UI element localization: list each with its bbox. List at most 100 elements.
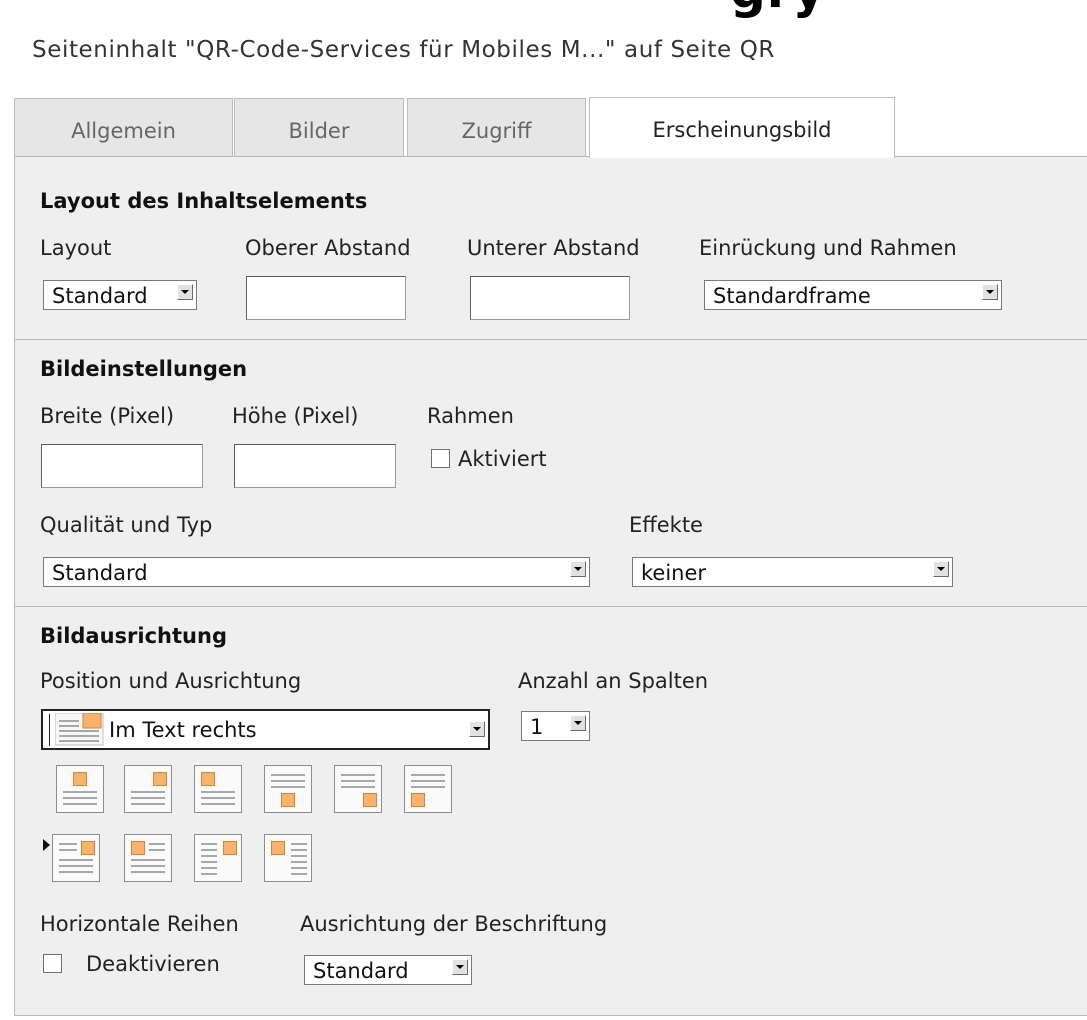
text-line (291, 873, 307, 875)
top-spacing-label: Oberer Abstand (245, 236, 411, 260)
text-line (271, 786, 305, 788)
frame-label: Einrückung und Rahmen (699, 236, 957, 260)
height-input[interactable] (234, 444, 396, 488)
text-line (291, 855, 307, 857)
select-cursor (49, 714, 50, 746)
image-block-icon (131, 841, 145, 855)
page-title-cut: gry (730, 0, 826, 15)
image-block-icon (223, 841, 237, 855)
text-line (291, 849, 307, 851)
bottom-spacing-label: Unterer Abstand (467, 236, 640, 260)
quality-select-value: Standard (52, 561, 148, 585)
caption-align-select-value: Standard (313, 959, 409, 983)
text-line (201, 873, 217, 875)
selected-pointer-icon (43, 839, 50, 851)
text-line (341, 780, 375, 782)
text-line (59, 865, 93, 867)
position-beside-right-button[interactable] (194, 834, 242, 882)
layout-select-value: Standard (52, 284, 148, 308)
position-intext-left-button[interactable] (124, 834, 172, 882)
position-below-left-button[interactable] (404, 765, 452, 813)
text-line (201, 855, 217, 857)
text-line (63, 803, 97, 805)
text-line (201, 867, 217, 869)
position-below-center-button[interactable] (264, 765, 312, 813)
text-line (201, 797, 235, 799)
horizontal-rows-label: Horizontale Reihen (40, 912, 239, 936)
text-line (291, 843, 307, 845)
image-block-icon (81, 841, 95, 855)
border-checkbox[interactable] (431, 449, 450, 468)
section-title-layout: Layout des Inhaltselements (40, 189, 368, 213)
bottom-spacing-input[interactable] (470, 276, 630, 320)
text-line (411, 780, 445, 782)
section-title-image-alignment: Bildausrichtung (40, 624, 227, 648)
text-line (271, 780, 305, 782)
effects-select[interactable]: keiner (632, 557, 953, 587)
horizontal-rows-checkbox[interactable] (43, 954, 62, 973)
chevron-down-icon (570, 715, 586, 731)
text-line (291, 867, 307, 869)
width-input[interactable] (41, 444, 203, 488)
text-line (149, 843, 165, 845)
text-line (341, 774, 375, 776)
tab-label: Erscheinungsbild (652, 118, 832, 142)
position-select[interactable]: Im Text rechts (41, 709, 490, 750)
text-line (411, 774, 445, 776)
position-label: Position und Ausrichtung (40, 669, 302, 693)
image-block-icon (271, 841, 285, 855)
border-checkbox-label: Aktiviert (458, 447, 547, 471)
position-below-right-button[interactable] (334, 765, 382, 813)
image-block-icon (281, 793, 295, 807)
horizontal-rows-checkbox-label: Deaktivieren (86, 952, 220, 976)
text-line (59, 843, 77, 845)
tab-zugriff[interactable]: Zugriff (407, 98, 586, 156)
text-line (201, 849, 217, 851)
tab-label: Zugriff (461, 119, 532, 143)
effects-label: Effekte (629, 513, 703, 537)
text-line (59, 871, 93, 873)
position-select-value: Im Text rechts (109, 718, 257, 742)
text-line (411, 786, 445, 788)
width-label: Breite (Pixel) (40, 404, 175, 428)
image-block-icon (201, 772, 215, 786)
text-line (201, 791, 235, 793)
text-line (59, 859, 93, 861)
position-above-center-button[interactable] (56, 765, 104, 813)
position-intext-right-button[interactable] (52, 834, 100, 882)
text-line (201, 861, 217, 863)
tab-label: Allgemein (71, 119, 176, 143)
position-above-left-button[interactable] (194, 765, 242, 813)
image-block-icon (153, 772, 167, 786)
tab-bilder[interactable]: Bilder (234, 98, 404, 156)
tab-allgemein[interactable]: Allgemein (14, 98, 233, 156)
text-line (59, 849, 77, 851)
position-above-right-button[interactable] (124, 765, 172, 813)
section-title-image-settings: Bildeinstellungen (40, 357, 248, 381)
page-heading: Seiteninhalt "QR-Code-Services für Mobil… (32, 37, 775, 63)
text-line (131, 859, 165, 861)
tab-erscheinungsbild[interactable]: Erscheinungsbild (589, 97, 895, 158)
layout-select[interactable]: Standard (43, 280, 197, 310)
columns-select[interactable]: 1 (521, 711, 590, 741)
chevron-down-icon (177, 284, 193, 300)
chevron-down-icon (982, 284, 998, 300)
chevron-down-icon (469, 721, 485, 737)
text-line (341, 786, 375, 788)
quality-select[interactable]: Standard (43, 557, 590, 587)
caption-align-select[interactable]: Standard (304, 955, 472, 985)
panel-bottom-border (14, 1015, 1087, 1016)
text-line (201, 843, 217, 845)
effects-select-value: keiner (641, 561, 707, 585)
chevron-down-icon (570, 561, 586, 577)
frame-select-value: Standardframe (713, 284, 871, 308)
text-line (63, 791, 97, 793)
frame-select[interactable]: Standardframe (704, 280, 1002, 310)
text-right-icon (54, 712, 111, 746)
image-block-icon (411, 793, 425, 807)
position-beside-left-button[interactable] (264, 834, 312, 882)
tab-label: Bilder (288, 119, 350, 143)
text-line (131, 791, 165, 793)
text-line (131, 865, 165, 867)
top-spacing-input[interactable] (246, 276, 406, 320)
